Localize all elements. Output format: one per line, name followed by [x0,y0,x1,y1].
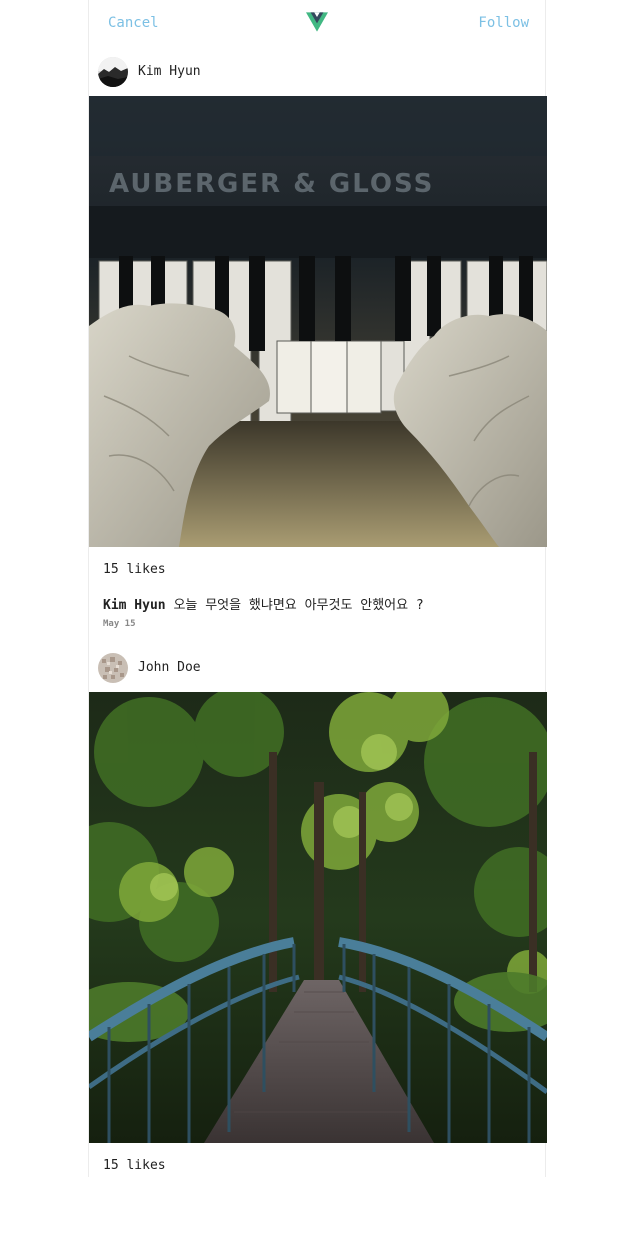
svg-text:AUBERGER & GLOSS: AUBERGER & GLOSS [109,169,434,199]
post-card: John Doe 15 likes [89,644,547,1240]
post-header: John Doe [89,644,545,692]
cancel-button[interactable]: Cancel [108,15,159,31]
post-caption: Kim Hyun 오늘 무엇을 했냐면요 아무것도 안했어요 ? [103,594,531,613]
post-meta: 15 likes Kim Hyun 오늘 무엇을 했냐면요 아무것도 안했어요 … [89,547,545,644]
post-header: Kim Hyun [89,48,545,96]
likes-count[interactable]: 15 likes [103,562,531,580]
likes-count[interactable]: 15 likes [103,1158,531,1176]
landscape-avatar-icon [98,57,128,87]
user-avatar[interactable] [98,57,128,87]
piano-hands-photo: AUBERGER & GLOSS [89,96,547,547]
forest-bridge-photo [89,692,547,1143]
post-meta: 15 likes [89,1143,545,1240]
pattern-avatar-icon [98,653,128,683]
vue-logo-icon [306,12,328,32]
top-bar: Cancel Follow [89,0,545,48]
user-avatar[interactable] [98,653,128,683]
post-date: May 15 [103,619,136,629]
post-card: Kim Hyun AUBERGER & GLOSS 15 likes Kim H… [89,48,547,644]
follow-button[interactable]: Follow [478,15,529,31]
post-photo[interactable] [89,692,547,1143]
app-frame: Cancel Follow Kim Hyun AUBERGER & GLOSS … [88,0,547,1177]
post-photo[interactable]: AUBERGER & GLOSS [89,96,547,547]
caption-text: 오늘 무엇을 했냐면요 아무것도 안했어요 ? [173,598,424,613]
caption-username[interactable]: Kim Hyun [103,598,166,613]
post-username[interactable]: Kim Hyun [138,64,201,79]
post-username[interactable]: John Doe [138,660,201,675]
